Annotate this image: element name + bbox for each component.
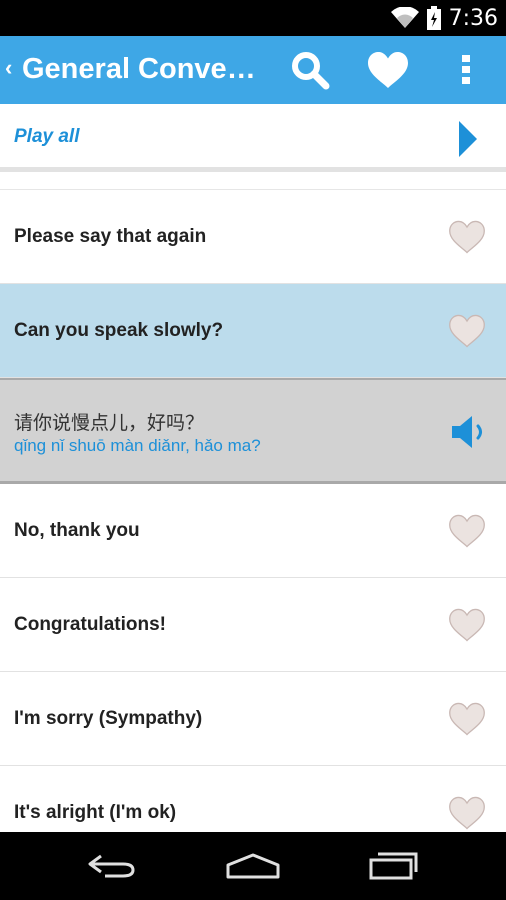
phrase-text: Please say that again <box>14 226 207 247</box>
list-item[interactable]: No, thank you <box>0 484 506 578</box>
status-bar: 7:36 <box>0 0 506 36</box>
favorite-heart-icon[interactable] <box>448 702 486 736</box>
search-button[interactable] <box>280 36 340 104</box>
battery-icon <box>426 6 441 30</box>
action-bar: ‹ General Conversation <box>0 36 506 104</box>
overflow-menu-icon <box>462 55 470 84</box>
list-spacer <box>0 172 506 190</box>
phrase-text: It's alright (I'm ok) <box>14 802 177 823</box>
play-icon[interactable] <box>459 121 477 157</box>
favorite-heart-icon[interactable] <box>448 314 486 348</box>
overflow-menu-button[interactable] <box>446 36 486 104</box>
play-all-label: Play all <box>14 126 80 147</box>
search-icon <box>292 52 330 90</box>
chevron-left-icon[interactable]: ‹ <box>5 56 12 80</box>
chinese-translation: 请你说慢点儿，好吗？ <box>14 412 205 434</box>
page-title[interactable]: General Conversation <box>22 50 262 88</box>
nav-home-button[interactable] <box>208 832 298 900</box>
list-item[interactable]: I'm sorry (Sympathy) <box>0 672 506 766</box>
phrase-text: No, thank you <box>14 520 140 541</box>
heart-icon <box>368 52 408 88</box>
favorite-heart-icon[interactable] <box>448 220 486 254</box>
wifi-icon <box>390 7 419 28</box>
favorite-heart-icon[interactable] <box>448 796 486 830</box>
home-icon <box>226 853 280 879</box>
nav-back-button[interactable] <box>67 832 157 900</box>
translation-panel[interactable]: 请你说慢点儿，好吗？ qǐng nǐ shuō màn diǎnr, hǎo m… <box>0 378 506 484</box>
navigation-bar <box>0 832 506 900</box>
nav-recents-button[interactable] <box>349 832 439 900</box>
status-icons: 7:36 <box>390 4 498 32</box>
phrase-text: Congratulations! <box>14 614 166 635</box>
speaker-icon[interactable] <box>450 412 490 452</box>
favorite-heart-icon[interactable] <box>448 608 486 642</box>
list-item[interactable]: Please say that again <box>0 190 506 284</box>
back-icon <box>88 854 135 878</box>
favorites-button[interactable] <box>358 36 418 104</box>
favorite-heart-icon[interactable] <box>448 514 486 548</box>
recents-icon <box>369 852 418 880</box>
phrase-list: Please say that again Can you speak slow… <box>0 190 506 860</box>
phrase-text: Can you speak slowly? <box>14 320 224 341</box>
play-all-row[interactable]: Play all <box>0 104 506 172</box>
pinyin-translation: qǐng nǐ shuō màn diǎnr, hǎo ma? <box>14 436 261 455</box>
list-item-selected[interactable]: Can you speak slowly? <box>0 284 506 378</box>
status-time: 7:36 <box>448 5 498 31</box>
phrase-text: I'm sorry (Sympathy) <box>14 708 203 729</box>
list-item[interactable]: Congratulations! <box>0 578 506 672</box>
